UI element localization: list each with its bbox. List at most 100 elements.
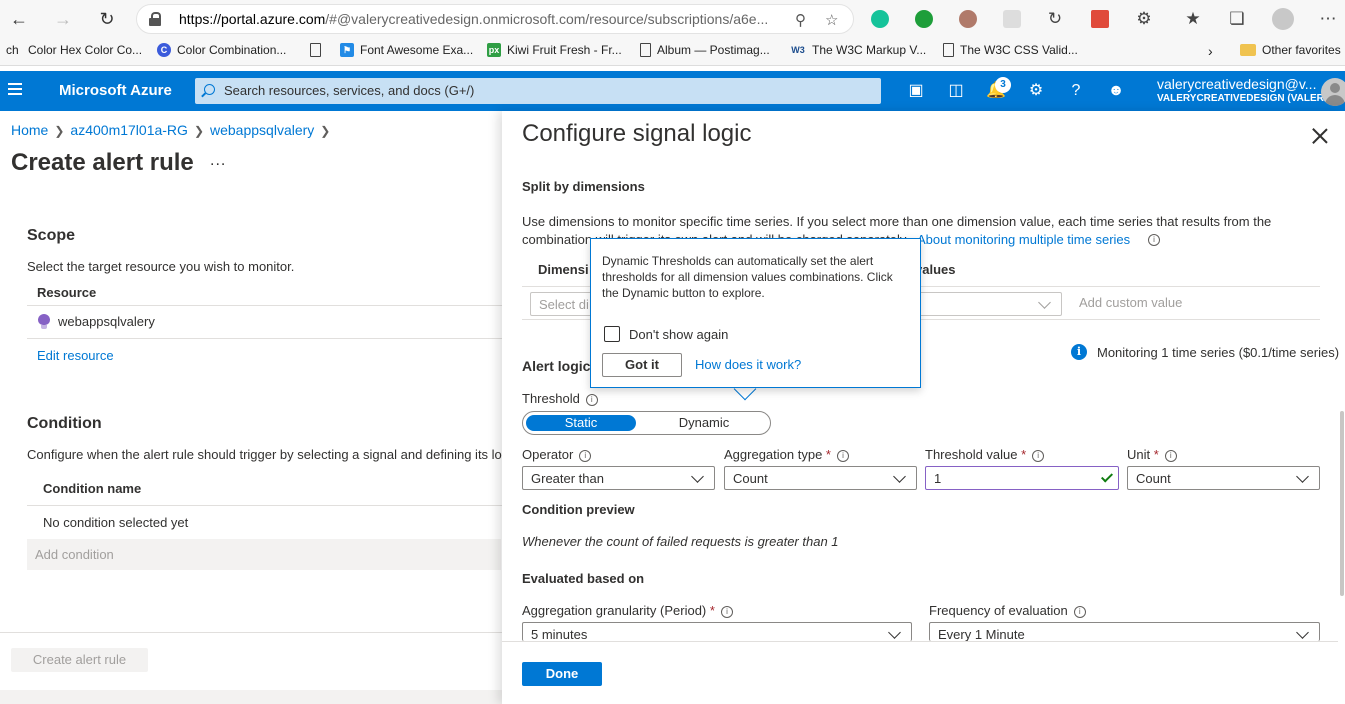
grammarly-extension-icon[interactable] xyxy=(871,10,889,28)
coconut-extension-icon[interactable] xyxy=(959,10,977,28)
configure-signal-logic-panel: Configure signal logic Split by dimensio… xyxy=(502,111,1345,704)
panel-footer-divider xyxy=(502,641,1338,642)
sync-extension-icon[interactable]: ↻ xyxy=(1044,8,1066,30)
key-icon[interactable]: ⚲ xyxy=(795,11,806,29)
azure-brand[interactable]: Microsoft Azure xyxy=(59,82,172,99)
more-options-icon[interactable]: ... xyxy=(210,152,226,170)
threshold-value-label-text: Threshold value xyxy=(925,447,1018,462)
add-condition-button[interactable]: Add condition xyxy=(27,539,501,570)
back-icon[interactable]: ← xyxy=(8,8,30,30)
collections-icon[interactable]: ❏ xyxy=(1226,8,1248,30)
bookmarks-overflow-chevron-icon[interactable]: › xyxy=(1208,43,1213,59)
check-extension-icon[interactable] xyxy=(915,10,933,28)
operator-value: Greater than xyxy=(531,471,604,486)
settings-gear-icon[interactable]: ⚙ xyxy=(1025,80,1047,102)
how-does-it-work-link[interactable]: How does it work? xyxy=(695,357,801,372)
address-bar[interactable]: https://portal.azure.com/#@valerycreativ… xyxy=(136,4,854,34)
bookmark-label: Color Combination... xyxy=(177,43,287,57)
edit-resource-link[interactable]: Edit resource xyxy=(37,348,114,363)
more-menu-icon[interactable]: ⋯ xyxy=(1317,8,1339,30)
dont-show-again-label[interactable]: Don't show again xyxy=(629,327,728,342)
help-icon[interactable]: ? xyxy=(1065,80,1087,102)
frequency-dropdown[interactable]: Every 1 Minute xyxy=(929,622,1320,642)
bookmark-color-hex[interactable]: Color Hex Color Co... xyxy=(8,43,142,57)
aggregation-type-dropdown[interactable]: Count xyxy=(724,466,917,490)
info-icon[interactable]: i xyxy=(1148,234,1160,246)
panel-scrollbar-thumb[interactable] xyxy=(1340,411,1344,596)
static-option[interactable]: Static xyxy=(526,415,636,431)
unit-label-text: Unit xyxy=(1127,447,1151,462)
dont-show-again-checkbox[interactable] xyxy=(604,326,620,342)
split-dimensions-heading: Split by dimensions xyxy=(522,179,645,194)
url-text: https://portal.azure.com/#@valerycreativ… xyxy=(179,11,768,27)
condition-preview-heading: Condition preview xyxy=(522,502,635,517)
condition-heading: Condition xyxy=(27,415,102,432)
grid-extension-icon[interactable] xyxy=(1003,10,1021,28)
cloud-shell-icon[interactable]: ▣ xyxy=(905,80,927,102)
unit-dropdown[interactable]: Count xyxy=(1127,466,1320,490)
footer-divider xyxy=(0,632,502,633)
create-alert-rule-button[interactable]: Create alert rule xyxy=(11,648,148,672)
bookmark-album[interactable]: Album — Postimag... xyxy=(640,43,770,57)
info-icon[interactable]: i xyxy=(720,606,733,618)
dynamic-option[interactable]: Dynamic xyxy=(649,415,759,431)
info-icon[interactable]: i xyxy=(1073,606,1086,618)
operator-label-text: Operator xyxy=(522,447,574,462)
chevron-down-icon xyxy=(893,470,906,483)
info-icon[interactable]: i xyxy=(836,450,849,462)
add-custom-value-input[interactable]: Add custom value xyxy=(1079,295,1182,310)
operator-dropdown[interactable]: Greater than xyxy=(522,466,715,490)
info-icon[interactable]: i xyxy=(1164,450,1177,462)
refresh-icon[interactable]: ↻ xyxy=(96,8,118,30)
breadcrumb-resource-group[interactable]: az400m17l01a-RG xyxy=(70,122,188,138)
avatar[interactable] xyxy=(1321,78,1345,106)
chevron-right-icon: ❯ xyxy=(54,124,65,138)
threshold-value-input[interactable]: 1 xyxy=(925,466,1119,490)
hamburger-menu-icon[interactable] xyxy=(8,83,22,97)
resource-column-header: Resource xyxy=(37,285,97,300)
bookmark-kiwi[interactable]: px Kiwi Fruit Fresh - Fr... xyxy=(487,43,622,57)
info-icon[interactable]: i xyxy=(585,394,598,406)
bookmark-w3c-css[interactable]: The W3C CSS Valid... xyxy=(943,43,1078,57)
threshold-label-text: Threshold xyxy=(522,391,580,406)
bookmark-w3c-markup[interactable]: W3 The W3C Markup V... xyxy=(790,43,926,57)
profile-icon[interactable] xyxy=(1272,8,1294,30)
url-path: /#@valerycreativedesign.onmicrosoft.com/… xyxy=(325,11,769,27)
breadcrumb-home[interactable]: Home xyxy=(11,122,48,138)
bookmark-font-awesome-label[interactable]: ⚑ Font Awesome Exa... xyxy=(340,43,473,57)
panel-title: Configure signal logic xyxy=(522,120,752,147)
account-menu[interactable]: valerycreativedesign@v... VALERYCREATIVE… xyxy=(1157,76,1332,104)
divider xyxy=(27,338,502,339)
bookmark-color-combination[interactable]: C Color Combination... xyxy=(157,43,286,57)
info-icon[interactable]: i xyxy=(1032,450,1045,462)
about-multiple-time-series-link[interactable]: About monitoring multiple time series xyxy=(917,232,1130,247)
page-title: Create alert rule xyxy=(11,149,194,176)
done-button[interactable]: Done xyxy=(522,662,602,686)
directory-filter-icon[interactable]: ◫ xyxy=(945,80,967,102)
threshold-toggle[interactable]: Static Dynamic xyxy=(522,411,771,435)
horizontal-scrollbar[interactable] xyxy=(0,690,502,704)
scope-description: Select the target resource you wish to m… xyxy=(27,259,295,274)
favorites-icon[interactable]: ★ xyxy=(1182,8,1204,30)
extensions-puzzle-icon[interactable]: ⚙ xyxy=(1133,8,1155,30)
breadcrumb-resource[interactable]: webappsqlvalery xyxy=(210,122,314,138)
global-search-input[interactable]: Search resources, services, and docs (G+… xyxy=(195,78,881,104)
close-icon[interactable] xyxy=(1312,128,1328,144)
red-extension-icon[interactable] xyxy=(1091,10,1109,28)
bookmark-font-awesome[interactable] xyxy=(310,43,341,57)
monitoring-note: Monitoring 1 time series ($0.1/time seri… xyxy=(1097,345,1340,360)
forward-icon[interactable]: → xyxy=(52,8,74,30)
bookmark-label: Album — Postimag... xyxy=(657,43,770,57)
granularity-label: Aggregation granularity (Period) * i xyxy=(522,603,733,618)
got-it-button[interactable]: Got it xyxy=(602,353,682,377)
color-combination-icon: C xyxy=(157,43,171,57)
search-icon xyxy=(204,84,215,95)
condition-preview-text: Whenever the count of failed requests is… xyxy=(522,534,839,549)
dimension-values-dropdown[interactable] xyxy=(912,292,1062,316)
bookmark-label: The W3C Markup V... xyxy=(812,43,927,57)
granularity-dropdown[interactable]: 5 minutes xyxy=(522,622,912,642)
info-icon[interactable]: i xyxy=(579,450,592,462)
favorite-star-icon[interactable]: ☆ xyxy=(825,11,838,29)
bookmark-other-favorites[interactable]: Other favorites xyxy=(1240,43,1341,57)
feedback-icon[interactable]: ☻ xyxy=(1105,80,1127,102)
